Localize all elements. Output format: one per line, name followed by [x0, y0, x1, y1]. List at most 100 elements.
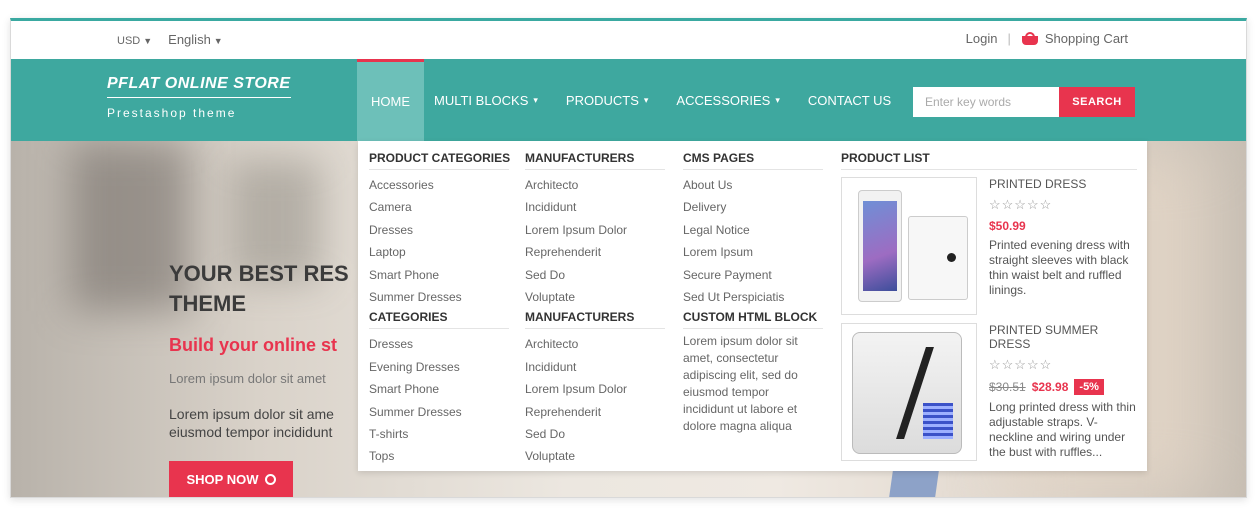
product-name[interactable]: PRINTED DRESS — [989, 177, 1139, 191]
hero-title: YOUR BEST RES THEME — [169, 261, 349, 316]
language-label: English — [168, 32, 211, 47]
menu-link[interactable]: Smart Phone — [369, 264, 509, 286]
product-price: $28.98 — [1031, 380, 1069, 394]
product-info: PRINTED DRESS ☆☆☆☆☆ $50.99 Printed eveni… — [989, 177, 1139, 298]
menu-link[interactable]: Sed Do — [525, 264, 665, 286]
product-old-price: $30.51 — [989, 380, 1026, 394]
menu-link[interactable]: Tops — [369, 445, 509, 467]
language-selector[interactable]: English ▼ — [168, 32, 223, 47]
product-price: $50.99 — [989, 219, 1026, 233]
basket-icon — [1021, 31, 1039, 46]
mega-menu: PRODUCT CATEGORIES Accessories Camera Dr… — [358, 141, 1147, 471]
nav-item-label: PRODUCTS — [565, 92, 639, 108]
hero-subtitle: Build your online st — [169, 335, 338, 355]
star-rating: ☆☆☆☆☆ — [989, 357, 1053, 372]
product-description: Printed evening dress with straight slee… — [989, 238, 1130, 297]
product-thumbnail[interactable] — [841, 323, 977, 461]
product-item: PRINTED DRESS ☆☆☆☆☆ $50.99 Printed eveni… — [841, 177, 1141, 317]
menu-link[interactable]: Dresses — [369, 219, 509, 241]
menu-link[interactable]: Camera — [369, 196, 509, 218]
menu-link[interactable]: Reprehenderit — [525, 241, 665, 263]
menu-heading: CATEGORIES — [369, 310, 509, 330]
menu-link[interactable]: Summer Dresses — [369, 401, 509, 423]
nav-item-label: HOME — [371, 94, 410, 109]
nav-item-contact-us[interactable]: CONTACT US — [790, 59, 901, 141]
discount-badge: -5% — [1074, 379, 1104, 395]
menu-heading: MANUFACTURERS — [525, 310, 665, 330]
menu-link[interactable]: Summer Dresses — [369, 286, 509, 308]
menu-link[interactable]: Sed Ut Perspiciatis — [683, 286, 823, 308]
menu-link[interactable]: Incididunt — [525, 356, 665, 378]
product-name[interactable]: PRINTED SUMMER DRESS — [989, 323, 1139, 351]
star-rating: ☆☆☆☆☆ — [989, 197, 1053, 212]
store-logo[interactable]: PFLAT ONLINE STORE Prestashop theme — [107, 75, 291, 120]
menu-link[interactable]: Lorem Ipsum Dolor — [525, 378, 665, 400]
menu-column-manufacturers: MANUFACTURERS Architecto Incididunt Lore… — [525, 151, 665, 468]
menu-link[interactable]: Lorem Ipsum Dolor — [525, 219, 665, 241]
shopping-cart-link[interactable]: Shopping Cart — [1021, 31, 1128, 46]
shop-now-button[interactable]: SHOP NOW — [169, 461, 293, 497]
menu-link[interactable]: Architecto — [525, 333, 665, 355]
logo-tagline: Prestashop theme — [107, 106, 237, 120]
menu-link[interactable]: Dresses — [369, 333, 509, 355]
product-info: PRINTED SUMMER DRESS ☆☆☆☆☆ $30.51 $28.98… — [989, 323, 1139, 460]
separator: | — [1007, 31, 1011, 46]
top-bar-left: USD ▼ English ▼ — [117, 32, 223, 47]
chevron-down-icon: ▾ — [643, 94, 649, 105]
menu-heading: CUSTOM HTML BLOCK — [683, 310, 823, 330]
hero-text-small: Lorem ipsum dolor sit amet — [169, 371, 326, 386]
nav-item-label: ACCESSORIES — [676, 92, 771, 108]
menu-link[interactable]: Smart Phone — [369, 378, 509, 400]
menu-heading: MANUFACTURERS — [525, 151, 665, 170]
menu-link[interactable]: Evening Dresses — [369, 356, 509, 378]
menu-link[interactable]: Voluptate — [525, 445, 665, 467]
pc-case-image — [852, 332, 962, 454]
menu-link[interactable]: Voluptate — [525, 286, 665, 308]
menu-link[interactable]: Lorem Ipsum — [683, 241, 823, 263]
nav-item-accessories[interactable]: ACCESSORIES ▾ — [658, 59, 789, 141]
arrow-circle-icon — [264, 473, 276, 485]
product-description: Long printed dress with thin adjustable … — [989, 400, 1136, 459]
menu-link[interactable]: Sed Do — [525, 423, 665, 445]
menu-link[interactable]: T-shirts — [369, 423, 509, 445]
menu-link[interactable]: Incididunt — [525, 196, 665, 218]
login-link[interactable]: Login — [966, 31, 998, 46]
menu-link[interactable]: Secure Payment — [683, 264, 823, 286]
chevron-down-icon: ▾ — [775, 94, 780, 105]
nav-item-multi-blocks[interactable]: MULTI BLOCKS ▾ — [424, 59, 548, 141]
menu-column-product-categories: PRODUCT CATEGORIES Accessories Camera Dr… — [369, 151, 510, 468]
chevron-down-icon: ▾ — [533, 94, 538, 105]
menu-link[interactable]: Reprehenderit — [525, 401, 665, 423]
menu-link[interactable]: Delivery — [683, 196, 823, 218]
browser-frame: USD ▼ English ▼ Login | Shopping Cart PFLA… — [10, 18, 1247, 498]
nav-item-label: MULTI BLOCKS — [434, 92, 529, 108]
currency-selector[interactable]: USD ▼ — [117, 32, 152, 47]
chevron-down-icon: ▼ — [213, 36, 223, 46]
menu-link[interactable]: Legal Notice — [683, 219, 823, 241]
menu-heading: PRODUCT LIST — [841, 151, 1137, 170]
product-price-row: $30.51 $28.98 -5% — [989, 379, 1139, 395]
chevron-down-icon: ▼ — [143, 36, 153, 46]
menu-heading: PRODUCT CATEGORIES — [369, 151, 510, 170]
shop-now-label: SHOP NOW — [186, 471, 259, 487]
custom-html-text: Lorem ipsum dolor sit amet, consectetur … — [683, 334, 798, 434]
search-input[interactable] — [913, 87, 1059, 117]
menu-heading: CMS PAGES — [683, 151, 823, 170]
site-header: PFLAT ONLINE STORE Prestashop theme HOME… — [11, 59, 1246, 141]
nav-item-products[interactable]: PRODUCTS ▾ — [548, 59, 658, 141]
search-button[interactable]: SEARCH — [1059, 87, 1135, 117]
product-thumbnail[interactable] — [841, 177, 977, 315]
nav-item-label: CONTACT US — [807, 92, 892, 108]
shopping-cart-label: Shopping Cart — [1044, 31, 1128, 46]
menu-link[interactable]: About Us — [683, 174, 823, 196]
menu-link[interactable]: Architecto — [525, 174, 665, 196]
nav-item-home[interactable]: HOME — [357, 59, 424, 141]
product-price-row: $50.99 — [989, 219, 1139, 233]
top-bar-right: Login | Shopping Cart — [966, 31, 1128, 46]
main-nav: HOME MULTI BLOCKS ▾ PRODUCTS ▾ ACCESSORIES… — [357, 59, 901, 141]
menu-link[interactable]: Laptop — [369, 241, 509, 263]
logo-name: PFLAT ONLINE STORE — [107, 75, 291, 98]
menu-link[interactable]: Accessories — [369, 174, 509, 196]
top-bar: USD ▼ English ▼ Login | Shopping Cart — [11, 21, 1246, 59]
phone-back-image — [908, 216, 968, 300]
